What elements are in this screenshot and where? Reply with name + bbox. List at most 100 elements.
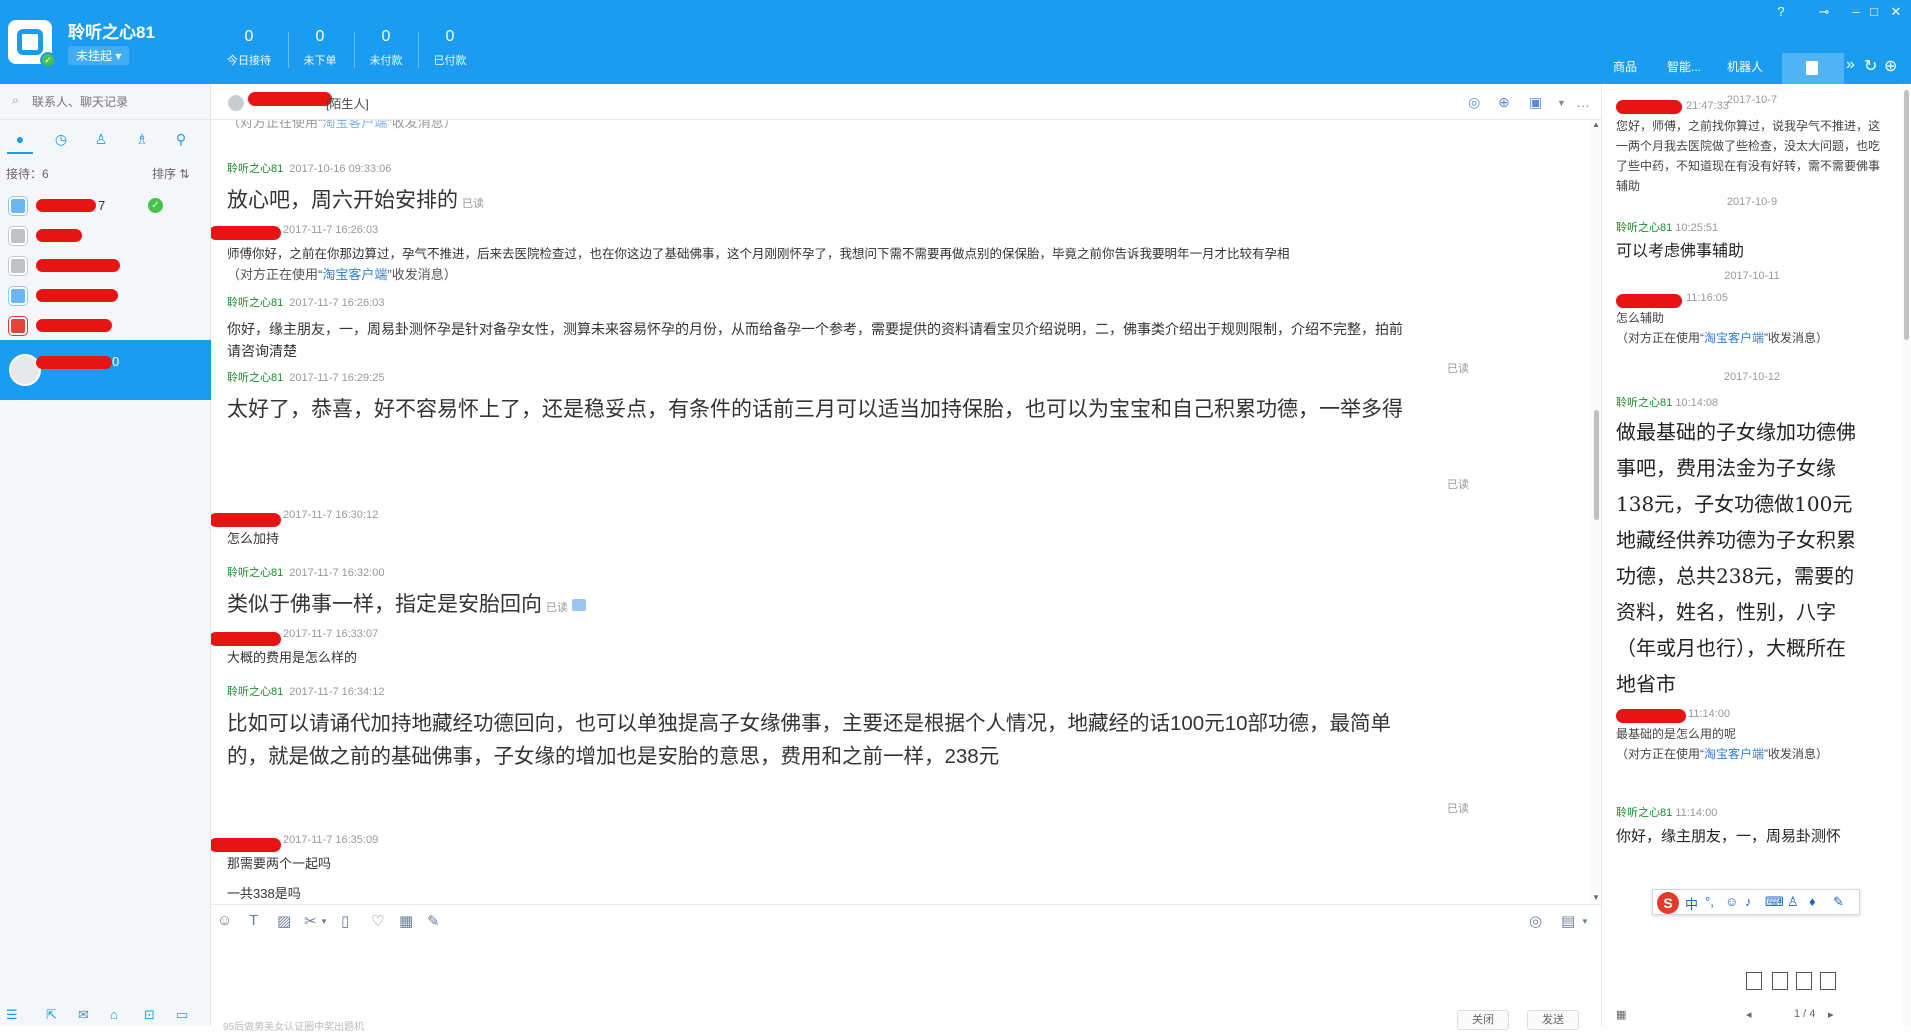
stat-value: 0 bbox=[315, 28, 325, 45]
message-meta: 聆听之心81 2017-11-7 16:34:12 bbox=[227, 683, 1407, 699]
folder-icon[interactable]: ▭ bbox=[176, 1007, 188, 1023]
scroll-thumb[interactable] bbox=[1904, 90, 1909, 340]
tab-robot[interactable]: 机器人 bbox=[1727, 58, 1763, 75]
more-tabs-icon[interactable]: » bbox=[1846, 56, 1855, 74]
tab-smart[interactable]: 智能... bbox=[1667, 58, 1701, 75]
avatar bbox=[9, 197, 27, 215]
pin-icon[interactable]: ⊸ bbox=[1814, 4, 1834, 20]
message: 聆听之心81 2017-11-7 16:29:25 太好了，恭喜，好不容易怀上了，… bbox=[227, 369, 1407, 426]
chevron-down-icon[interactable]: ▼ bbox=[1557, 98, 1566, 108]
message-meta: 2017-11-7 16:30:12 bbox=[227, 509, 1487, 521]
close-icon[interactable]: ✕ bbox=[1886, 4, 1906, 20]
emoji-icon[interactable]: ☺ bbox=[1725, 894, 1738, 909]
message-meta: 聆听之心81 2017-11-7 16:26:03 bbox=[227, 294, 1417, 310]
clock-icon[interactable]: ◷ bbox=[52, 130, 70, 148]
chat-bubble-icon[interactable]: ◎ bbox=[1468, 94, 1480, 111]
tab-chat-history[interactable] bbox=[1782, 53, 1844, 84]
scroll-down-icon[interactable]: ▼ bbox=[1592, 893, 1600, 902]
minimize-icon[interactable]: – bbox=[1846, 4, 1866, 19]
more-options-icon[interactable] bbox=[572, 599, 586, 611]
scissors-icon[interactable]: ✂ bbox=[304, 912, 317, 930]
person-icon[interactable]: ♙ bbox=[92, 130, 110, 148]
note-link[interactable]: 淘宝客户端 bbox=[1704, 331, 1764, 345]
chevron-down-icon[interactable]: ▼ bbox=[1581, 917, 1589, 926]
user-icon[interactable]: ♙ bbox=[1787, 894, 1799, 910]
edit-icon[interactable]: ✎ bbox=[427, 912, 440, 930]
add-user-icon[interactable]: ⊕ bbox=[1498, 94, 1510, 111]
maximize-icon[interactable]: □ bbox=[1864, 4, 1884, 19]
client-note: （对方正在使用“淘宝客户端”收发消息） bbox=[1616, 328, 1876, 348]
contact-item-active[interactable]: 0 bbox=[0, 340, 211, 400]
contact-item[interactable] bbox=[0, 220, 211, 250]
ime-toolbar[interactable]: S 中 °, ☺ ♪ ⌨ ♙ ♦ ✎ bbox=[1652, 889, 1860, 915]
mail-icon[interactable]: ✉ bbox=[78, 1007, 89, 1023]
image-icon[interactable]: ▨ bbox=[277, 912, 291, 930]
next-page-icon[interactable]: ▸ bbox=[1828, 1008, 1834, 1021]
stat-unordered[interactable]: 0 未下单 bbox=[288, 28, 352, 68]
message-time: 11:16:05 bbox=[1686, 292, 1729, 304]
message-text: 类似于佛事一样，指定是安胎回向 bbox=[227, 593, 542, 616]
sogou-logo-icon: S bbox=[1657, 892, 1679, 914]
message-meta: 聆听之心81 2017-11-7 16:32:00 bbox=[227, 564, 1487, 580]
add-icon[interactable]: ⊕ bbox=[1884, 56, 1897, 76]
contact-item[interactable] bbox=[0, 280, 211, 310]
send-button[interactable]: 发送 bbox=[1527, 1010, 1579, 1030]
help-icon[interactable]: ? bbox=[1771, 4, 1791, 19]
calendar-icon[interactable]: ▦ bbox=[399, 912, 413, 930]
punctuation-icon[interactable]: °, bbox=[1705, 894, 1714, 909]
stat-paid[interactable]: 0 已付款 bbox=[418, 28, 482, 68]
stat-value: 0 bbox=[445, 28, 455, 45]
status-dropdown[interactable]: 未挂起 ▾ bbox=[68, 46, 130, 65]
font-icon[interactable]: T bbox=[249, 912, 258, 929]
close-button[interactable]: 关闭 bbox=[1457, 1010, 1509, 1030]
tab-products[interactable]: 商品 bbox=[1613, 58, 1637, 75]
message-input[interactable]: 95后做男美女认证圈中奖出题机 bbox=[211, 934, 1601, 1033]
calendar-icon[interactable]: ▦ bbox=[1616, 1008, 1626, 1021]
status-label: 未挂起 bbox=[76, 49, 113, 63]
vibrate-icon[interactable]: ▯ bbox=[341, 912, 349, 930]
refresh-icon[interactable]: ↻ bbox=[1864, 56, 1877, 76]
note-link[interactable]: 淘宝客户端 bbox=[322, 120, 387, 130]
contact-item[interactable] bbox=[0, 310, 211, 340]
chat-panel: [陌生人] ◎ ⊕ ▣ ▼ … （对方正在使用“淘宝客户端”收发消息） 聆听之心… bbox=[211, 84, 1601, 1033]
keyboard-icon[interactable]: ⌨ bbox=[1765, 894, 1784, 910]
note-link[interactable]: 淘宝客户端 bbox=[322, 267, 387, 282]
skin-icon[interactable]: ♦ bbox=[1809, 894, 1816, 909]
chevron-down-icon[interactable]: ▼ bbox=[320, 917, 328, 926]
gift-icon[interactable]: ⊡ bbox=[144, 1007, 155, 1023]
org-icon[interactable]: ⚲ bbox=[172, 130, 190, 148]
heart-icon[interactable]: ♡ bbox=[371, 912, 384, 930]
scroll-thumb[interactable] bbox=[1594, 410, 1599, 520]
avatar bbox=[228, 95, 244, 111]
history-scrollbar[interactable] bbox=[1902, 84, 1910, 1026]
more-icon[interactable]: … bbox=[1576, 94, 1590, 110]
stat-unpaid[interactable]: 0 未付款 bbox=[354, 28, 418, 68]
scroll-up-icon[interactable]: ▲ bbox=[1592, 120, 1600, 129]
search-input[interactable] bbox=[32, 93, 202, 111]
message-text: 比如可以请诵代加持地藏经功德回向，也可以单独提高子女缘佛事，主要还是根据个人情况… bbox=[227, 712, 1392, 768]
menu-icon[interactable]: ☰ bbox=[6, 1007, 18, 1023]
stat-today[interactable]: 0 今日接待 bbox=[217, 28, 281, 68]
prev-page-icon[interactable]: ◂ bbox=[1746, 1008, 1752, 1021]
chat-scrollbar[interactable]: ▲ ▼ bbox=[1591, 120, 1601, 904]
message: 2017-11-7 16:35:09 那需要两个一起吗 一共338是吗 bbox=[227, 834, 1487, 904]
share-icon[interactable]: ⇱ bbox=[46, 1007, 57, 1023]
note-link[interactable]: 淘宝客户端 bbox=[1704, 747, 1764, 761]
quick-reply-icon[interactable]: ◎ bbox=[1529, 912, 1542, 930]
wrench-icon[interactable]: ✎ bbox=[1833, 894, 1844, 910]
sender-name: 聆听之心81 bbox=[227, 372, 284, 384]
stat-label: 今日接待 bbox=[227, 55, 271, 67]
message-text: 那需要两个一起吗 bbox=[227, 856, 332, 871]
chat-bubble-icon[interactable]: ● bbox=[7, 130, 33, 154]
microphone-icon[interactable]: ♪ bbox=[1745, 894, 1752, 909]
emoji-icon[interactable]: ☺ bbox=[217, 912, 232, 929]
history-icon[interactable]: ▤ bbox=[1561, 912, 1575, 930]
contact-item[interactable] bbox=[0, 250, 211, 280]
contact-item[interactable]: 7 ✓ bbox=[0, 190, 211, 220]
ime-mode-label[interactable]: 中 bbox=[1685, 894, 1698, 913]
sort-button[interactable]: 排序 ⇅ bbox=[152, 165, 189, 182]
avatar bbox=[9, 317, 27, 335]
shop-icon[interactable]: ⌂ bbox=[110, 1007, 118, 1022]
window-icon[interactable]: ▣ bbox=[1529, 94, 1542, 111]
group-icon[interactable]: ♗ bbox=[133, 130, 151, 148]
